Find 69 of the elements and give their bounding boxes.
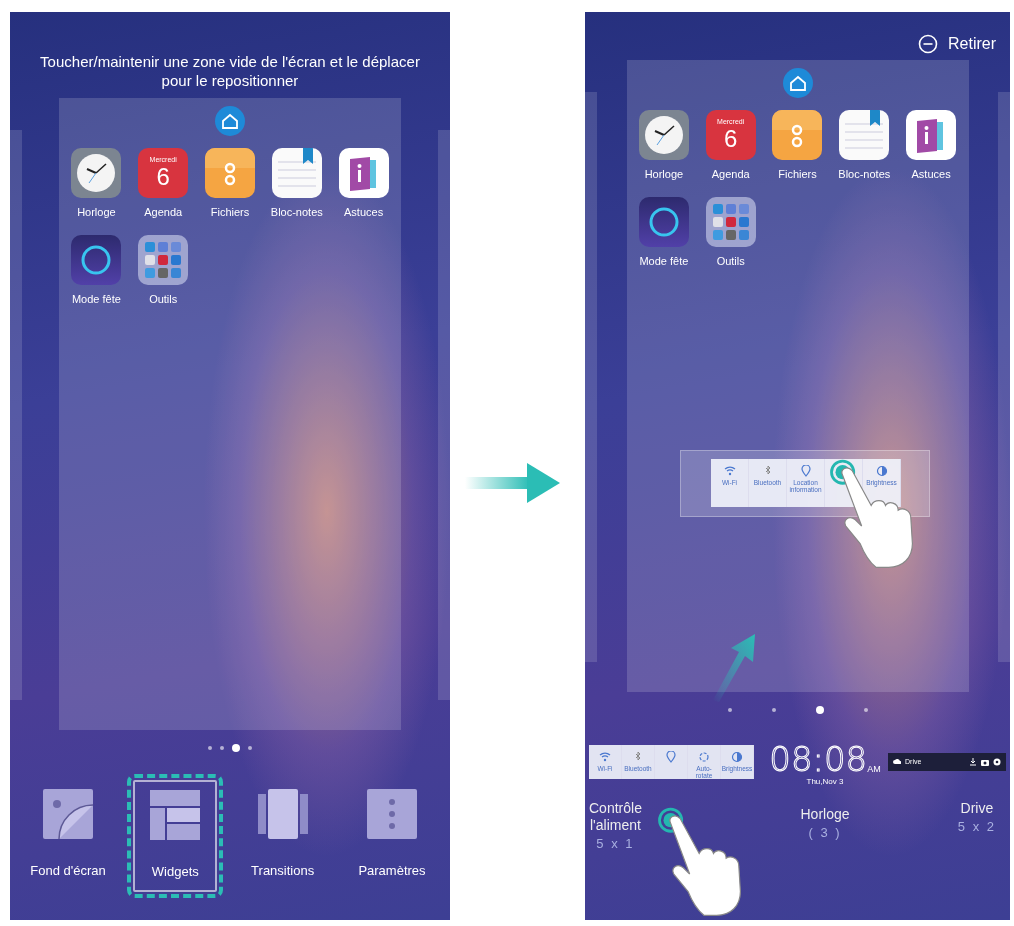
- widget-layout-icon: [150, 790, 201, 840]
- widget-size: ( 3 ): [808, 824, 842, 842]
- page-indicator-dot[interactable]: [248, 746, 252, 750]
- cloud-icon: [893, 758, 901, 766]
- app-label[interactable]: Fichiers: [210, 204, 250, 221]
- ring-app-icon[interactable]: [638, 196, 689, 247]
- widget-size: 5 x 1: [596, 835, 635, 853]
- widget-title: Horloge: [800, 806, 850, 823]
- page-transition-icon: [257, 789, 308, 839]
- folder-envelope-icon[interactable]: [772, 110, 823, 160]
- clock-app-icon[interactable]: [71, 148, 122, 198]
- app-label[interactable]: Horloge: [77, 204, 116, 221]
- location-toggle-icon[interactable]: [799, 465, 812, 477]
- app-label[interactable]: Astuces: [344, 204, 384, 221]
- upload-icon[interactable]: [969, 758, 977, 766]
- menu-button[interactable]: Transitions: [232, 774, 333, 898]
- home-icon[interactable]: [782, 68, 813, 98]
- widget-title: l'aliment: [590, 817, 641, 834]
- settings-icon[interactable]: [993, 758, 1001, 766]
- app-label[interactable]: Fichiers: [778, 166, 817, 183]
- brightness-toggle-icon[interactable]: [875, 465, 888, 477]
- page-indicator-dot[interactable]: [863, 708, 868, 712]
- app-folder-icon[interactable]: [705, 196, 756, 247]
- page-indicator-dot[interactable]: [815, 706, 824, 714]
- widget-title: Drive: [960, 800, 994, 817]
- menu-button[interactable]: Widgets: [127, 774, 224, 898]
- page-indicator-dot[interactable]: [771, 708, 776, 712]
- wifi-toggle-icon[interactable]: [599, 751, 611, 763]
- page-indicator-dot[interactable]: [232, 744, 240, 752]
- clock-date: Thu,Nov 3: [806, 776, 844, 788]
- wallpaper-icon: [43, 789, 93, 839]
- app-label[interactable]: Mode fête: [71, 290, 121, 307]
- rotate-toggle-icon[interactable]: [698, 751, 710, 763]
- widget-title: Contrôle: [589, 800, 642, 817]
- app-label[interactable]: Bloc-notes: [838, 166, 891, 183]
- arrow-icon: [465, 463, 560, 503]
- menu-button[interactable]: Paramètres: [342, 774, 442, 898]
- brightness-toggle-icon[interactable]: [731, 751, 743, 763]
- app-label[interactable]: Agenda: [144, 204, 183, 221]
- notepad-icon[interactable]: [271, 148, 322, 198]
- clock-ampm: AM: [867, 762, 881, 776]
- page-indicator-dot[interactable]: [220, 746, 224, 750]
- app-label[interactable]: Horloge: [644, 166, 684, 183]
- menu-button[interactable]: Fond d'écran: [18, 774, 118, 898]
- app-label[interactable]: Outils: [149, 290, 178, 307]
- folder-envelope-icon[interactable]: [205, 148, 255, 198]
- clock-app-icon[interactable]: [638, 110, 689, 160]
- app-label[interactable]: Bloc-notes: [270, 204, 323, 221]
- clock-time: 08:08: [769, 742, 868, 776]
- ring-app-icon[interactable]: [71, 234, 122, 285]
- app-label[interactable]: Outils: [716, 252, 745, 269]
- page-indicator-dot[interactable]: [727, 708, 732, 712]
- book-icon[interactable]: [906, 110, 957, 160]
- widget-size: 5 x 2: [957, 818, 996, 836]
- app-label[interactable]: Agenda: [711, 166, 750, 183]
- app-folder-icon[interactable]: [138, 234, 189, 285]
- notepad-icon[interactable]: [839, 110, 890, 160]
- location-toggle-icon[interactable]: [665, 751, 677, 763]
- more-icon: [367, 789, 417, 839]
- book-icon[interactable]: [338, 148, 389, 198]
- app-label[interactable]: Mode fête: [639, 252, 689, 269]
- camera-icon[interactable]: [981, 758, 989, 766]
- instruction-text: Toucher/maintenir une zone vide de l'écran et le déplacer pour le repositionner: [39, 52, 421, 90]
- wifi-toggle-icon[interactable]: [723, 465, 736, 477]
- home-icon[interactable]: [215, 106, 245, 136]
- minus-icon: [918, 34, 938, 54]
- app-label[interactable]: Astuces: [911, 166, 951, 183]
- remove-button[interactable]: Retirer: [918, 32, 996, 56]
- page-indicator-dot[interactable]: [208, 746, 212, 750]
